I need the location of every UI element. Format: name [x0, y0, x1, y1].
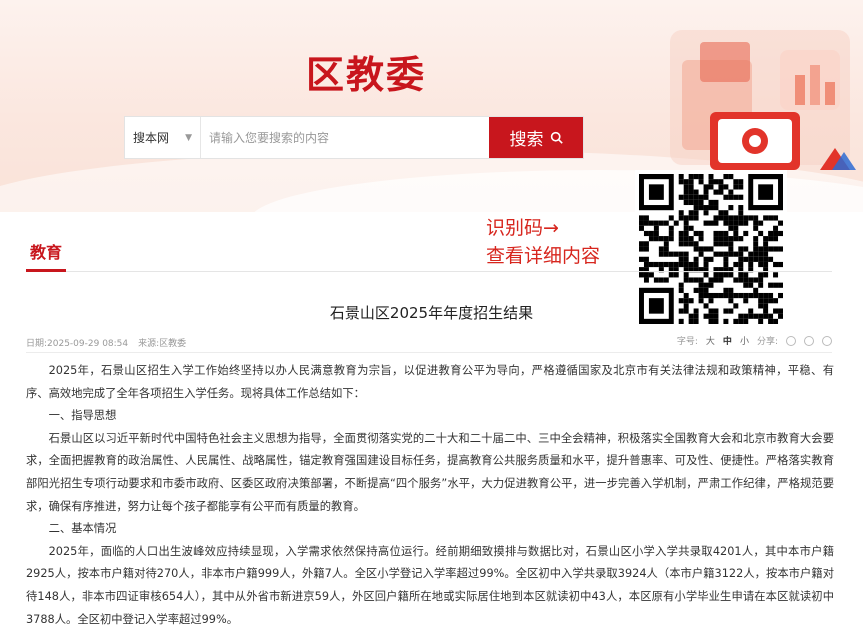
article-paragraph: 石景山区以习近平新时代中国特色社会主义思想为指导，全面贯彻落实党的二十大和二十届…: [26, 431, 834, 513]
font-size-large[interactable]: 大: [706, 334, 715, 347]
article-body: 2025年，石景山区招生入学工作始终坚持以办人民满意教育为宗旨，以促进教育公平为…: [26, 360, 834, 631]
article-paragraph: 2025年，面临的人口出生波峰效应持续显现，入学需求依然保持高位运行。经前期细致…: [26, 544, 834, 626]
divider: [26, 352, 832, 353]
banner-illustration: [670, 30, 856, 170]
search-button-label: 搜索: [509, 130, 544, 150]
article-tools: 字号: 大 中 小 分享:: [677, 334, 832, 347]
article-date: 日期:2025-09-29 08:54: [26, 338, 129, 349]
search-icon: [550, 131, 563, 144]
article-title: 石景山区2025年年度招生结果: [329, 304, 534, 322]
article-section-heading: 一、指导思想: [48, 409, 117, 423]
search-box: 搜本网 ▼ 搜索: [124, 116, 584, 159]
site-title: 区教委: [306, 53, 427, 97]
font-size-medium[interactable]: 中: [723, 334, 732, 347]
font-size-label: 字号:: [676, 337, 698, 347]
search-input[interactable]: [201, 117, 489, 158]
share-label: 分享:: [756, 337, 778, 347]
qzone-share-icon[interactable]: [822, 335, 832, 346]
wechat-share-icon[interactable]: [786, 335, 796, 346]
font-size-small[interactable]: 小: [740, 334, 749, 347]
article-source: 来源:区教委: [138, 338, 187, 349]
weibo-share-icon[interactable]: [804, 335, 814, 346]
chevron-down-icon: ▼: [185, 132, 192, 143]
qr-caption-line: 识别码→: [486, 217, 559, 239]
search-button[interactable]: 搜索: [489, 117, 583, 158]
channel-tabs: 教育: [26, 240, 832, 272]
article-section-heading: 二、基本情况: [48, 522, 117, 536]
search-scope-select[interactable]: 搜本网 ▼: [125, 117, 201, 158]
article-meta: 日期:2025-09-29 08:54 来源:区教委 字号: 大 中 小 分享:: [26, 334, 832, 350]
tab-education[interactable]: 教育: [26, 240, 67, 272]
search-scope-label: 搜本网: [133, 131, 170, 145]
article-paragraph: 2025年，石景山区招生入学工作始终坚持以办人民满意教育为宗旨，以促进教育公平为…: [26, 364, 834, 400]
